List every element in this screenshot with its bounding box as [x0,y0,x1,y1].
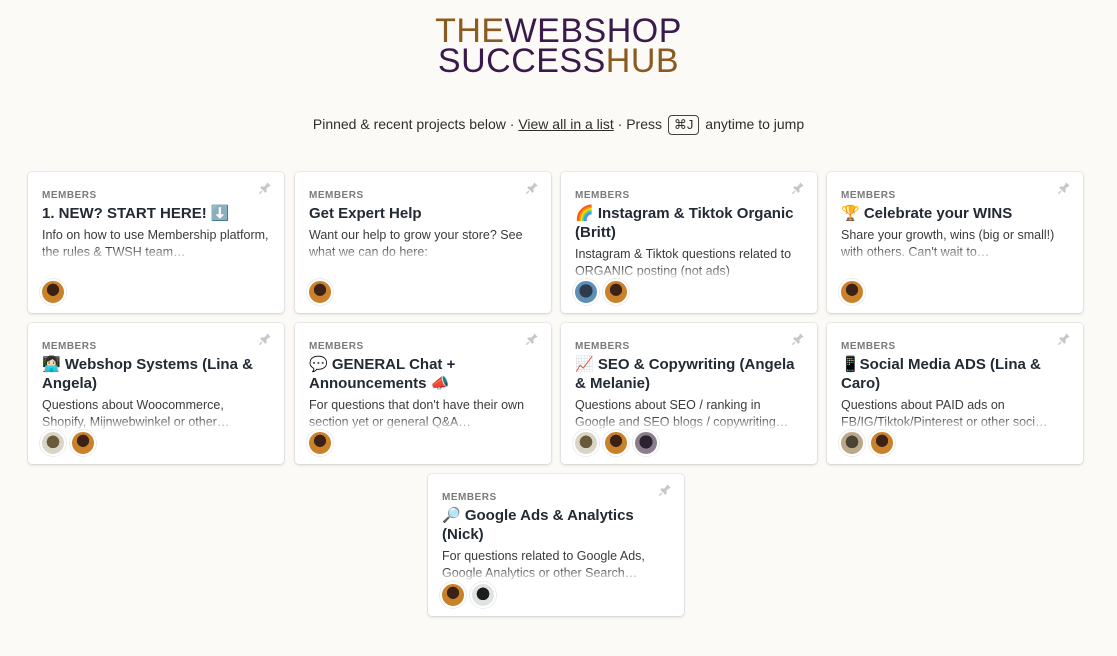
pin-icon[interactable] [791,332,805,346]
card-eyebrow: MEMBERS [575,190,630,201]
avatar[interactable] [307,430,333,456]
card-description: Questions about PAID ads on FB/IG/Tiktok… [841,397,1069,431]
project-card[interactable]: MEMBERS 🏆 Celebrate your WINS Share your g… [827,172,1083,313]
avatar[interactable] [633,430,659,456]
tagline-prefix: Pinned & recent projects below · [312,116,519,132]
card-description: Instagram & Tiktok questions related to … [575,246,803,280]
project-card[interactable]: MEMBERS 📱Social Media ADS (Lina & Caro) Qu… [827,323,1083,464]
pin-icon[interactable] [1057,181,1071,195]
card-description: Questions about SEO / ranking in Google … [575,397,803,431]
pin-icon[interactable] [658,483,672,497]
card-title: 💬 GENERAL Chat + Announcements 📣 [309,356,456,392]
member-avatars [573,279,629,305]
card-description: Questions about Woocommerce, Shopify, Mi… [42,397,270,431]
member-avatars [573,430,659,456]
avatar[interactable] [573,430,599,456]
project-card[interactable]: MEMBERS 🌈 Instagram & Tiktok Organic (Bri… [561,172,817,313]
card-title: 📈 SEO & Copywriting (Angela & Melanie) [575,356,795,392]
member-avatars [40,430,96,456]
card-description: Share your growth, wins (big or small!) … [841,227,1069,261]
pin-icon[interactable] [791,181,805,195]
card-eyebrow: MEMBERS [309,190,364,201]
card-eyebrow: MEMBERS [42,190,97,201]
view-all-list-link[interactable]: View all in a list [518,116,613,132]
avatar[interactable] [40,430,66,456]
avatar[interactable] [470,582,496,608]
member-avatars [839,430,895,456]
card-eyebrow: MEMBERS [841,341,896,352]
tagline-suffix: anytime to jump [701,116,805,132]
avatar[interactable] [839,279,865,305]
card-eyebrow: MEMBERS [442,492,497,503]
pin-icon[interactable] [258,181,272,195]
pin-icon[interactable] [525,181,539,195]
card-eyebrow: MEMBERS [309,341,364,352]
project-card[interactable]: MEMBERS Get Expert Help Want our help to g… [295,172,551,313]
pin-icon[interactable] [1057,332,1071,346]
card-title: 👩🏻‍💻 Webshop Systems (Lina & Angela) [42,356,253,392]
card-eyebrow: MEMBERS [42,341,97,352]
avatar[interactable] [70,430,96,456]
logo-success: SUCCESS [437,42,606,80]
projects-tagline: Pinned & recent projects below · View al… [0,115,1117,135]
pin-icon[interactable] [525,332,539,346]
card-title: Get Expert Help [309,205,422,222]
avatar[interactable] [603,279,629,305]
member-avatars [307,279,333,305]
avatar[interactable] [839,430,865,456]
logo-hub: HUB [605,42,680,80]
card-description: For questions that don't have their own … [309,397,537,431]
avatar[interactable] [603,430,629,456]
card-description: Info on how to use Membership platform, … [42,228,270,261]
avatar[interactable] [440,582,466,608]
avatar[interactable] [40,279,66,305]
card-eyebrow: MEMBERS [841,190,896,201]
avatar[interactable] [307,279,333,305]
avatar[interactable] [573,279,599,305]
tagline-middle: · Press [613,116,666,132]
avatar[interactable] [869,430,895,456]
member-avatars [307,430,333,456]
card-title: 🌈 Instagram & Tiktok Organic (Britt) [575,205,794,241]
project-card[interactable]: MEMBERS 💬 GENERAL Chat + Announcements 📣 F… [295,323,551,464]
member-avatars [440,582,496,608]
pin-icon[interactable] [258,332,272,346]
card-description: For questions related to Google Ads, Goo… [442,548,670,582]
card-title: 🔎 Google Ads & Analytics (Nick) [442,507,634,543]
card-title: 🏆 Celebrate your WINS [841,205,1013,222]
card-eyebrow: MEMBERS [575,341,630,352]
card-description: Want our help to grow your store? See wh… [309,227,537,261]
project-card[interactable]: MEMBERS 🔎 Google Ads & Analytics (Nick) Fo… [428,474,684,616]
member-avatars [839,279,865,305]
project-card[interactable]: MEMBERS 👩🏻‍💻 Webshop Systems (Lina & Ange… [28,323,284,464]
project-card[interactable]: MEMBERS 1. NEW? START HERE! ⬇️ Info on how… [28,172,284,313]
member-avatars [40,279,66,305]
site-logo[interactable]: THEWEBSHOP SUCCESSHUB [0,14,1117,78]
card-title: 📱Social Media ADS (Lina & Caro) [841,356,1041,392]
card-title: 1. NEW? START HERE! ⬇️ [42,205,230,222]
keyboard-shortcut: ⌘J [667,115,700,135]
project-card[interactable]: MEMBERS 📈 SEO & Copywriting (Angela & Mel… [561,323,817,464]
